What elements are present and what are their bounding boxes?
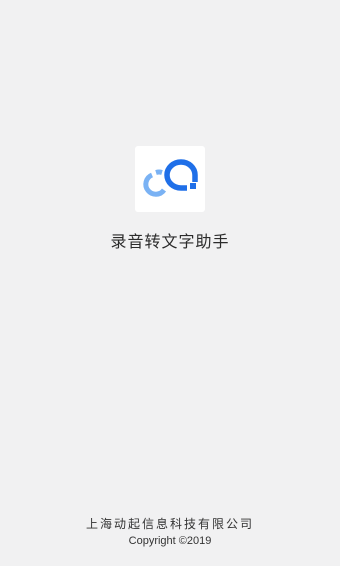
footer: 上海动起信息科技有限公司 Copyright ©2019 [0,514,340,549]
splash-screen: 录音转文字助手 上海动起信息科技有限公司 Copyright ©2019 [0,0,340,566]
copyright-text: Copyright ©2019 [128,535,212,547]
app-name: 录音转文字助手 [110,232,230,251]
company-name: 上海动起信息科技有限公司 [85,517,254,531]
app-logo-icon [135,146,205,212]
